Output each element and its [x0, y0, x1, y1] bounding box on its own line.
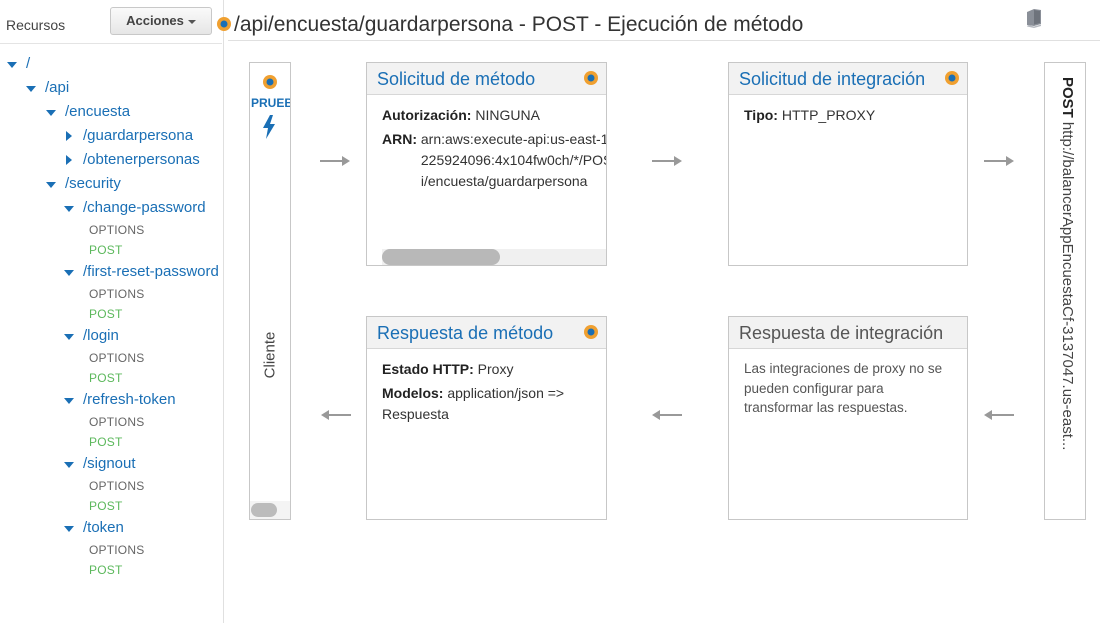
endpoint-method: POST — [1059, 77, 1076, 118]
authorization-row: Autorización: NINGUNA — [382, 107, 540, 123]
arrow-left-icon — [652, 410, 682, 420]
tree-item-obtenerpersonas[interactable]: /obtenerpersonas — [63, 150, 200, 170]
endpoint-text: POST http://balancerAppEncuestaCf-3137047… — [1059, 77, 1076, 487]
models-row: Modelos: application/json => Respuesta — [382, 385, 565, 422]
expand-icon[interactable] — [63, 518, 77, 538]
expand-icon[interactable] — [25, 78, 39, 98]
method-options[interactable]: OPTIONS — [89, 350, 144, 366]
method-post[interactable]: POST — [89, 498, 122, 514]
tree-item-first-reset-password[interactable]: /first-reset-password — [63, 262, 219, 282]
method-request-title[interactable]: Solicitud de método — [377, 69, 535, 90]
type-value: HTTP_PROXY — [781, 107, 876, 123]
scrollbar-thumb[interactable] — [382, 249, 500, 265]
tree-item-encuesta[interactable]: /encuesta — [45, 102, 130, 122]
method-post[interactable]: POST — [89, 562, 122, 578]
method-request-body: Autorización: NINGUNA ARN: arn:aws:execu… — [367, 95, 606, 192]
tree-item-signout[interactable]: /signout — [63, 454, 136, 474]
status-dot-icon — [217, 17, 231, 31]
method-response-header: Respuesta de método — [367, 317, 606, 349]
tree-item-root[interactable]: / — [6, 54, 30, 74]
arn-row: ARN: arn:aws:execute-api:us-east-1:64122… — [382, 129, 606, 192]
chevron-down-icon — [187, 19, 196, 24]
horizontal-scrollbar[interactable] — [251, 503, 277, 517]
method-response-body: Estado HTTP: Proxy Modelos: application/… — [367, 349, 606, 425]
status-dot-icon — [584, 71, 598, 85]
client-panel: PRUEBA Cliente — [249, 62, 291, 520]
expand-icon[interactable] — [6, 54, 20, 74]
integration-request-body: Tipo: HTTP_PROXY — [729, 95, 967, 126]
method-options[interactable]: OPTIONS — [89, 542, 144, 558]
tree-item-token[interactable]: /token — [63, 518, 124, 538]
arrow-right-icon — [984, 156, 1014, 166]
method-post[interactable]: POST — [89, 306, 122, 322]
method-post[interactable]: POST — [89, 434, 122, 450]
tree-item-guardarpersona[interactable]: /guardarpersona — [63, 126, 193, 146]
actions-button[interactable]: Acciones — [110, 7, 212, 35]
integration-response-title: Respuesta de integración — [739, 323, 944, 343]
integration-request-title[interactable]: Solicitud de integración — [739, 69, 925, 90]
collapse-icon[interactable] — [63, 126, 77, 146]
tree-item-login[interactable]: /login — [63, 326, 119, 346]
arrow-left-icon — [984, 410, 1014, 420]
header-divider — [228, 40, 1100, 41]
client-label: Cliente — [261, 331, 279, 379]
method-request-box: Solicitud de método Autorización: NINGUN… — [366, 62, 607, 266]
horizontal-scrollbar[interactable] — [382, 249, 606, 265]
status-dot-icon — [584, 325, 598, 339]
tree-item-security[interactable]: /security — [45, 174, 121, 194]
lightning-icon[interactable] — [262, 115, 276, 139]
integration-request-header: Solicitud de integración — [729, 63, 967, 95]
expand-icon[interactable] — [63, 454, 77, 474]
integration-response-note: Las integraciones de proxy no se pueden … — [744, 361, 943, 415]
tree-item-refresh-token[interactable]: /refresh-token — [63, 390, 176, 410]
arrow-left-icon — [321, 410, 351, 420]
test-button[interactable]: PRUEBA — [251, 96, 290, 110]
method-options[interactable]: OPTIONS — [89, 222, 144, 238]
endpoint-panel: POST http://balancerAppEncuestaCf-3137047… — [1044, 62, 1086, 520]
tree-item-change-password[interactable]: /change-password — [63, 198, 206, 218]
resources-sidebar: Recursos Acciones / /api /encuesta /guar… — [0, 0, 224, 623]
method-post[interactable]: POST — [89, 242, 122, 258]
method-options[interactable]: OPTIONS — [89, 478, 144, 494]
collapse-icon[interactable] — [63, 150, 77, 170]
status-dot-icon — [263, 75, 277, 89]
client-panel-content: PRUEBA Cliente — [250, 63, 290, 501]
method-options[interactable]: OPTIONS — [89, 286, 144, 302]
method-post[interactable]: POST — [89, 370, 122, 386]
endpoint-url: http://balancerAppEncuestaCf-3137047.us-… — [1059, 121, 1076, 451]
http-status-row: Estado HTTP: Proxy — [382, 361, 514, 377]
authorization-value: NINGUNA — [475, 107, 540, 123]
arrow-right-icon — [320, 156, 350, 166]
expand-icon[interactable] — [63, 326, 77, 346]
sidebar-header: Recursos Acciones — [0, 0, 222, 44]
arrow-right-icon — [652, 156, 682, 166]
page-title: /api/encuesta/guardarpersona - POST - Ej… — [234, 13, 804, 36]
expand-icon[interactable] — [45, 174, 59, 194]
method-request-header: Solicitud de método — [367, 63, 606, 95]
http-status-value: Proxy — [477, 361, 514, 377]
method-response-box: Respuesta de método Estado HTTP: Proxy M… — [366, 316, 607, 520]
book-icon[interactable] — [1023, 7, 1045, 29]
status-dot-icon — [945, 71, 959, 85]
method-options[interactable]: OPTIONS — [89, 414, 144, 430]
expand-icon[interactable] — [63, 390, 77, 410]
integration-response-box: Respuesta de integración Las integracion… — [728, 316, 968, 520]
expand-icon[interactable] — [45, 102, 59, 122]
integration-request-box: Solicitud de integración Tipo: HTTP_PROX… — [728, 62, 968, 266]
sidebar-title: Recursos — [6, 17, 66, 33]
type-row: Tipo: HTTP_PROXY — [744, 107, 876, 123]
tree-item-api[interactable]: /api — [25, 78, 69, 98]
expand-icon[interactable] — [63, 198, 77, 218]
method-response-title[interactable]: Respuesta de método — [377, 323, 553, 344]
expand-icon[interactable] — [63, 262, 77, 282]
integration-response-header: Respuesta de integración — [729, 317, 967, 349]
arn-value: arn:aws:execute-api:us-east-1:6412259240… — [420, 131, 606, 189]
actions-button-label: Acciones — [126, 13, 184, 28]
